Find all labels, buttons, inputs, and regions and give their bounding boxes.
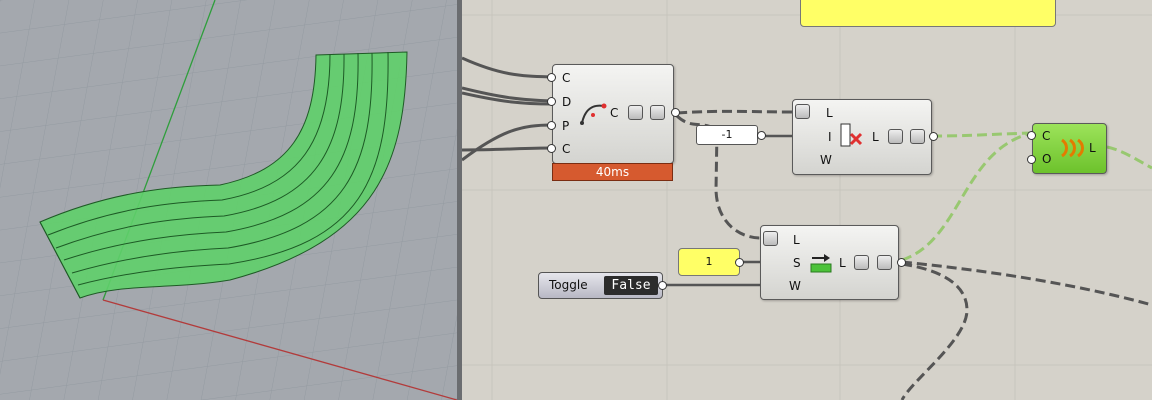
flatten-down-icon-2[interactable] bbox=[763, 231, 778, 246]
weave-grip-c[interactable] bbox=[1027, 131, 1036, 140]
output-l[interactable]: L bbox=[1089, 141, 1096, 155]
viewport-scene bbox=[0, 0, 457, 400]
yellow-panel-top[interactable] bbox=[800, 0, 1056, 27]
cull-index-icon bbox=[840, 123, 863, 147]
selected-wires bbox=[901, 131, 1152, 262]
toggle-label: Toggle bbox=[549, 278, 588, 292]
shift-list-grip-out[interactable] bbox=[897, 258, 906, 267]
flatten-up-icon-2[interactable] bbox=[910, 129, 925, 144]
input-s[interactable]: S bbox=[793, 256, 801, 270]
input-c[interactable]: C bbox=[1042, 129, 1050, 143]
input-w[interactable]: W bbox=[789, 279, 801, 293]
curve-grip-c2[interactable] bbox=[547, 144, 556, 153]
panel-one-grip[interactable] bbox=[735, 258, 744, 267]
output-c[interactable]: C bbox=[610, 106, 618, 120]
output-l[interactable]: L bbox=[872, 130, 879, 144]
boolean-toggle[interactable]: Toggle False bbox=[538, 272, 663, 299]
weave-component[interactable]: C O L bbox=[1032, 123, 1107, 174]
flatten-up-icon[interactable] bbox=[650, 105, 665, 120]
graft-icon-2[interactable] bbox=[888, 129, 903, 144]
grasshopper-canvas[interactable]: C D P C C 40ms -1 L I W L C O L 1 L S W … bbox=[462, 0, 1152, 400]
input-w[interactable]: W bbox=[820, 153, 832, 167]
panel-one[interactable]: 1 bbox=[678, 248, 740, 276]
input-i[interactable]: I bbox=[828, 130, 832, 144]
canvas-grid-and-wires bbox=[462, 0, 1152, 400]
input-wires bbox=[462, 56, 553, 162]
curve-grip-d[interactable] bbox=[547, 97, 556, 106]
input-l[interactable]: L bbox=[826, 106, 833, 120]
curve-component[interactable]: C D P C C bbox=[552, 64, 674, 164]
flatten-down-icon[interactable] bbox=[795, 104, 810, 119]
toggle-grip[interactable] bbox=[658, 281, 667, 290]
shift-list-component[interactable]: L S W L bbox=[760, 225, 899, 300]
input-d[interactable]: D bbox=[562, 95, 571, 109]
input-l[interactable]: L bbox=[793, 233, 800, 247]
curve-grip-out[interactable] bbox=[671, 108, 680, 117]
curve-grip-p[interactable] bbox=[547, 121, 556, 130]
graft-icon-3[interactable] bbox=[854, 255, 869, 270]
panel-minus-one-grip[interactable] bbox=[757, 131, 766, 140]
input-c2[interactable]: C bbox=[562, 142, 570, 156]
input-o[interactable]: O bbox=[1042, 152, 1051, 166]
weave-icon bbox=[1061, 138, 1084, 158]
flatten-up-icon-3[interactable] bbox=[877, 255, 892, 270]
profiler-timer: 40ms bbox=[552, 163, 673, 181]
graft-icon[interactable] bbox=[628, 105, 643, 120]
canvas-grid bbox=[462, 0, 1152, 400]
curve-grip-c[interactable] bbox=[547, 73, 556, 82]
toggle-value[interactable]: False bbox=[604, 276, 658, 295]
input-c[interactable]: C bbox=[562, 71, 570, 85]
rhino-viewport[interactable] bbox=[0, 0, 457, 400]
panel-minus-one[interactable]: -1 bbox=[696, 125, 758, 145]
list-item-grip-out[interactable] bbox=[929, 132, 938, 141]
shift-list-icon bbox=[810, 254, 832, 273]
input-p[interactable]: P bbox=[562, 119, 569, 133]
list-item-component[interactable]: L I W L bbox=[792, 99, 932, 175]
weave-grip-o[interactable] bbox=[1027, 155, 1036, 164]
curve-icon bbox=[580, 103, 607, 125]
output-l[interactable]: L bbox=[839, 256, 846, 270]
